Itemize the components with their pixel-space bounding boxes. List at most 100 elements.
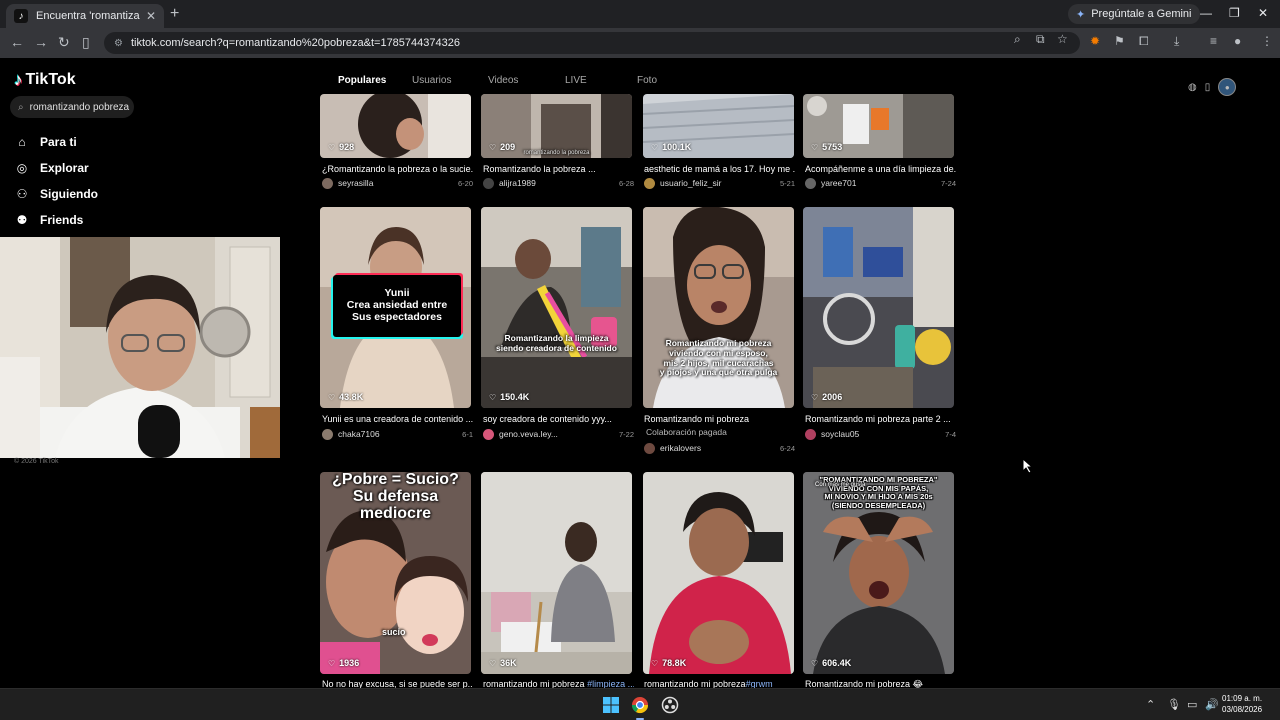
- bookmark-star-icon[interactable]: ☆: [1057, 32, 1068, 46]
- video-caption[interactable]: Romantizando la pobreza ...: [483, 164, 634, 174]
- video-thumbnail[interactable]: "ROMANTIZANDO MI POBREZA" VIVIENDO CON M…: [803, 472, 954, 674]
- device-icon[interactable]: ▯: [1205, 82, 1211, 93]
- author-avatar[interactable]: [322, 177, 333, 189]
- video-thumbnail[interactable]: ♡ 2006: [803, 207, 954, 408]
- video-author[interactable]: usuario_feliz_sir 5-21: [644, 176, 795, 190]
- author-name[interactable]: alijra1989: [499, 178, 536, 188]
- video-card[interactable]: ♡ 78.8K: [643, 472, 794, 674]
- video-card[interactable]: romantizando la pobreza ♡ 209: [481, 94, 632, 158]
- author-name[interactable]: geno.veva.ley...: [499, 429, 558, 439]
- video-thumbnail[interactable]: ♡ 36K: [481, 472, 632, 674]
- tab-usuarios[interactable]: Usuarios: [412, 75, 451, 86]
- video-author[interactable]: geno.veva.ley... 7-22: [483, 427, 634, 441]
- tab-populares[interactable]: Populares: [338, 75, 386, 86]
- window-close-icon[interactable]: ✕: [1258, 6, 1268, 20]
- video-card[interactable]: "ROMANTIZANDO MI POBREZA" VIVIENDO CON M…: [803, 472, 954, 674]
- video-caption[interactable]: Romantizando mi pobreza parte 2 ...: [805, 414, 956, 424]
- windows-start-icon[interactable]: [602, 696, 620, 714]
- author-name[interactable]: usuario_feliz_sir: [660, 178, 721, 188]
- video-author[interactable]: seyrasilla 6-20: [322, 176, 473, 190]
- author-avatar[interactable]: [483, 428, 494, 440]
- coins-icon[interactable]: ◍: [1188, 82, 1197, 93]
- tab-search-icon[interactable]: ≡: [1210, 34, 1217, 48]
- video-caption[interactable]: Yunii es una creadora de contenido ...: [322, 414, 473, 424]
- nav-explore[interactable]: ◎ Explorar: [14, 158, 89, 178]
- zoom-icon[interactable]: ⌕: [1014, 32, 1021, 47]
- video-card[interactable]: ♡ 928: [320, 94, 471, 158]
- download-icon[interactable]: ⤓: [1174, 34, 1179, 49]
- tab-live[interactable]: LIVE: [565, 75, 587, 86]
- tab-foto[interactable]: Foto: [637, 75, 657, 86]
- video-thumbnail[interactable]: Romantizando la limpieza siendo creadora…: [481, 207, 632, 408]
- user-avatar[interactable]: ●: [1218, 78, 1237, 96]
- side-panel-icon[interactable]: ▯: [82, 34, 90, 51]
- nav-for-you[interactable]: ⌂ Para ti: [14, 132, 76, 152]
- obs-icon[interactable]: [661, 696, 679, 714]
- video-card[interactable]: Romantizando la limpieza siendo creadora…: [481, 207, 632, 408]
- video-author[interactable]: erikalovers 6-24: [644, 441, 795, 455]
- minimize-icon[interactable]: —: [1200, 6, 1212, 20]
- address-bar[interactable]: ⚙ tiktok.com/search?q=romantizando%20pob…: [104, 32, 1080, 54]
- reload-icon[interactable]: ↻: [58, 34, 70, 51]
- video-card[interactable]: ♡ 5753: [803, 94, 954, 158]
- video-caption[interactable]: aesthetic de mamá a los 17. Hoy me ...: [644, 164, 795, 174]
- author-name[interactable]: chaka7106: [338, 429, 380, 439]
- new-tab-icon[interactable]: +: [170, 5, 179, 23]
- video-author[interactable]: alijra1989 6-28: [483, 176, 634, 190]
- author-avatar[interactable]: [805, 428, 816, 440]
- extensions-puzzle-icon[interactable]: ⧠: [1139, 34, 1149, 49]
- video-card[interactable]: Yunii Crea ansiedad entre Sus espectador…: [320, 207, 471, 408]
- author-name[interactable]: soyclau05: [821, 429, 859, 439]
- extension-icon[interactable]: ⚑: [1114, 34, 1125, 48]
- tiktok-logo[interactable]: ♪ TikTok: [14, 70, 76, 90]
- volume-icon[interactable]: 🔊: [1205, 698, 1219, 711]
- author-avatar[interactable]: [805, 177, 816, 189]
- video-thumbnail[interactable]: romantizando la pobreza ♡ 209: [481, 94, 632, 158]
- video-card[interactable]: ♡ 2006: [803, 207, 954, 408]
- tab-videos[interactable]: Videos: [488, 75, 518, 86]
- video-card[interactable]: ♡ 100.1K: [643, 94, 794, 158]
- video-card[interactable]: Romantizando mi pobreza viviendo con mi …: [643, 207, 794, 408]
- author-name[interactable]: seyrasilla: [338, 178, 373, 188]
- author-avatar[interactable]: [322, 428, 333, 440]
- system-clock[interactable]: 01:09 a. m. 03/08/2026: [1222, 693, 1262, 715]
- video-card[interactable]: ¿Pobre = Sucio? Su defensa mediocre suci…: [320, 472, 471, 674]
- video-author[interactable]: soyclau05 7-4: [805, 427, 956, 441]
- video-author[interactable]: chaka7106 6-1: [322, 427, 473, 441]
- extension-icon[interactable]: ✹: [1090, 34, 1100, 48]
- author-avatar[interactable]: [644, 177, 655, 189]
- video-caption[interactable]: Acompáñenme a una día limpieza de...: [805, 164, 956, 174]
- network-icon[interactable]: ▭: [1187, 698, 1197, 711]
- video-thumbnail[interactable]: ♡ 928: [320, 94, 471, 158]
- maximize-icon[interactable]: ❐: [1229, 6, 1240, 20]
- video-caption[interactable]: soy creadora de contenido yyy...: [483, 414, 634, 424]
- video-card[interactable]: ♡ 36K: [481, 472, 632, 674]
- video-thumbnail[interactable]: ♡ 100.1K: [643, 94, 794, 158]
- microphone-icon[interactable]: 🎙: [1167, 698, 1181, 711]
- author-name[interactable]: erikalovers: [660, 443, 701, 453]
- video-caption[interactable]: ¿Romantizando la pobreza o la sucie...: [322, 164, 473, 174]
- video-caption[interactable]: Romantizando mi pobreza: [644, 414, 795, 424]
- video-thumbnail[interactable]: Romantizando mi pobreza viviendo con mi …: [643, 207, 794, 408]
- install-app-icon[interactable]: ⧉: [1036, 32, 1045, 47]
- author-avatar[interactable]: [644, 442, 655, 454]
- chrome-icon[interactable]: [631, 696, 649, 714]
- site-info-icon[interactable]: ⚙: [114, 38, 123, 49]
- video-author[interactable]: yaree701 7-24: [805, 176, 956, 190]
- tray-overflow-icon[interactable]: ⌃: [1146, 698, 1155, 711]
- browser-tab[interactable]: ♪ Encuentra 'romantizando pobre ✕: [6, 4, 164, 28]
- video-thumbnail[interactable]: Yunii Crea ansiedad entre Sus espectador…: [320, 207, 471, 408]
- forward-icon[interactable]: →: [34, 34, 48, 50]
- author-avatar[interactable]: [483, 177, 494, 189]
- nav-friends[interactable]: ⚉ Friends: [14, 210, 84, 230]
- browser-menu-icon[interactable]: ⋮: [1261, 34, 1273, 48]
- video-thumbnail[interactable]: ♡ 5753: [803, 94, 954, 158]
- author-name[interactable]: yaree701: [821, 178, 856, 188]
- profile-avatar[interactable]: ●: [1234, 34, 1241, 48]
- gemini-button[interactable]: ✦ Pregúntale a Gemini: [1068, 4, 1200, 24]
- video-thumbnail[interactable]: ♡ 78.8K: [643, 472, 794, 674]
- back-icon[interactable]: ←: [10, 34, 24, 50]
- close-tab-icon[interactable]: ✕: [146, 9, 156, 23]
- search-input[interactable]: ⌕ romantizando pobreza: [10, 96, 134, 118]
- video-thumbnail[interactable]: ¿Pobre = Sucio? Su defensa mediocre suci…: [320, 472, 471, 674]
